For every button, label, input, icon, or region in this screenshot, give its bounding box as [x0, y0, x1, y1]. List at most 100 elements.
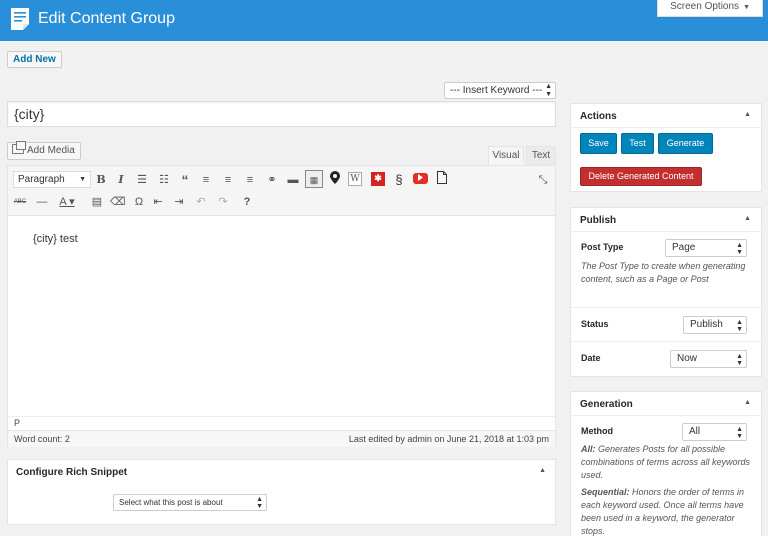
- help-icon[interactable]: ?: [240, 193, 254, 211]
- snippet-type-value: Select what this post is about: [119, 498, 223, 507]
- actions-box-header: Actions ▲: [571, 104, 761, 128]
- element-path: P: [8, 416, 555, 430]
- select-arrows-icon: ▲ ▼: [736, 353, 743, 367]
- select-arrows-icon: ▲ ▼: [256, 496, 263, 510]
- screen-options-label: Screen Options: [670, 1, 740, 12]
- publish-box-header: Publish ▲: [571, 208, 761, 232]
- outdent-icon[interactable]: ⇤: [151, 193, 165, 211]
- select-arrows-icon: ▲ ▼: [736, 242, 743, 256]
- date-value: Now: [677, 353, 698, 364]
- yelp-icon[interactable]: ✱: [371, 172, 385, 186]
- actions-box-title: Actions: [580, 111, 617, 122]
- post-type-help: The Post Type to create when generating …: [581, 261, 746, 284]
- last-edited: Last edited by admin on June 21, 2018 at…: [348, 434, 549, 444]
- method-help-all: All: Generates Posts for all possible co…: [581, 443, 753, 482]
- method-help-sequential: Sequential: Honors the order of terms in…: [581, 486, 753, 536]
- media-icon: [12, 141, 26, 154]
- bold-icon[interactable]: B: [94, 171, 108, 189]
- format-select-value: Paragraph: [18, 174, 65, 185]
- actions-box: Actions ▲ Save Test Generate Delete Gene…: [570, 103, 762, 192]
- spiral-icon[interactable]: §: [392, 171, 406, 189]
- post-type-value: Page: [672, 242, 696, 253]
- top-bar: Edit Content Group: [0, 0, 768, 41]
- generation-box: Generation ▲ Method All ▲ ▼ All: Generates…: [570, 391, 762, 536]
- paste-text-icon[interactable]: ▤: [90, 193, 104, 211]
- content-editor: Paragraph ▼ B I ☰ ☷ “ ≡ ≡ ≡ ⚭ ▬ ▦ W ✱ § ⤡…: [7, 165, 556, 447]
- fullscreen-icon[interactable]: ⤡: [536, 171, 550, 189]
- strikethrough-icon[interactable]: ABC: [12, 193, 28, 211]
- test-button[interactable]: Test: [621, 133, 654, 154]
- toolbar-toggle-icon[interactable]: ▦: [305, 170, 323, 188]
- bullet-list-icon[interactable]: ☰: [134, 171, 150, 189]
- collapse-toggle-icon[interactable]: ▲: [539, 467, 546, 474]
- status-select[interactable]: Publish ▲ ▼: [683, 316, 747, 334]
- collapse-toggle-icon[interactable]: ▲: [744, 215, 751, 222]
- tab-text[interactable]: Text: [526, 146, 556, 165]
- divider: [571, 341, 761, 342]
- date-label: Date: [581, 353, 601, 363]
- method-select[interactable]: All ▲ ▼: [682, 423, 747, 441]
- publish-box: Publish ▲ Post Type Page ▲ ▼ The Post Type…: [570, 207, 762, 377]
- tab-visual[interactable]: Visual: [488, 146, 524, 165]
- help-seq-key: Sequential:: [581, 487, 630, 497]
- horizontal-line-icon[interactable]: —: [34, 193, 50, 211]
- align-left-icon[interactable]: ≡: [198, 171, 214, 189]
- caret-down-icon: ▼: [743, 4, 750, 11]
- rich-snippet-title: Configure Rich Snippet: [16, 467, 128, 478]
- add-new-button[interactable]: Add New: [7, 51, 62, 68]
- caret-down-icon: ▼: [79, 176, 86, 183]
- insert-keyword-select[interactable]: --- Insert Keyword --- ▲ ▼: [444, 82, 556, 99]
- insert-keyword-label: --- Insert Keyword ---: [450, 85, 543, 96]
- editor-status-bar: Word count: 2 Last edited by admin on Ju…: [8, 430, 555, 447]
- special-character-icon[interactable]: Ω: [132, 193, 146, 211]
- status-value: Publish: [690, 319, 723, 330]
- generation-box-header: Generation ▲: [571, 392, 761, 416]
- help-all-key: All:: [581, 444, 596, 454]
- undo-icon[interactable]: ↶: [194, 193, 208, 211]
- status-label: Status: [581, 319, 609, 329]
- word-count: Word count: 2: [14, 434, 70, 444]
- screen-options-button[interactable]: Screen Options ▼: [657, 0, 763, 17]
- snippet-type-select[interactable]: Select what this post is about ▲ ▼: [113, 494, 267, 511]
- italic-icon[interactable]: I: [114, 171, 128, 189]
- method-label: Method: [581, 426, 613, 436]
- publish-box-title: Publish: [580, 215, 617, 226]
- generate-button[interactable]: Generate: [658, 133, 713, 154]
- indent-icon[interactable]: ⇥: [172, 193, 186, 211]
- editor-content[interactable]: {city} test: [8, 217, 555, 413]
- page-title: Edit Content Group: [38, 10, 175, 27]
- select-arrows-icon: ▲ ▼: [545, 83, 552, 98]
- method-value: All: [689, 426, 701, 437]
- content-group-icon: [11, 8, 29, 30]
- collapse-toggle-icon[interactable]: ▲: [744, 399, 751, 406]
- date-select[interactable]: Now ▲ ▼: [670, 350, 747, 368]
- youtube-icon[interactable]: [413, 173, 428, 184]
- text-color-icon[interactable]: A ▾: [56, 193, 78, 211]
- add-media-button[interactable]: Add Media: [7, 141, 81, 160]
- post-type-label: Post Type: [581, 242, 624, 252]
- save-button[interactable]: Save: [580, 133, 617, 154]
- numbered-list-icon[interactable]: ☷: [156, 171, 172, 189]
- select-arrows-icon: ▲ ▼: [736, 426, 743, 440]
- generation-box-title: Generation: [580, 399, 633, 410]
- title-input[interactable]: {city}: [7, 101, 556, 127]
- align-right-icon[interactable]: ≡: [242, 171, 258, 189]
- help-all-text: Generates Posts for all possible combina…: [581, 444, 751, 480]
- delete-generated-button[interactable]: Delete Generated Content: [580, 167, 702, 186]
- post-type-select[interactable]: Page ▲ ▼: [665, 239, 747, 257]
- read-more-icon[interactable]: ▬: [285, 171, 301, 189]
- format-select[interactable]: Paragraph ▼: [13, 171, 91, 188]
- select-arrows-icon: ▲ ▼: [736, 319, 743, 333]
- align-center-icon[interactable]: ≡: [220, 171, 236, 189]
- wikipedia-icon[interactable]: W: [348, 172, 362, 186]
- collapse-toggle-icon[interactable]: ▲: [744, 111, 751, 118]
- redo-icon[interactable]: ↷: [216, 193, 230, 211]
- editor-toolbar: Paragraph ▼ B I ☰ ☷ “ ≡ ≡ ≡ ⚭ ▬ ▦ W ✱ § ⤡…: [8, 166, 555, 216]
- rich-snippet-box: Configure Rich Snippet ▲ Select what thi…: [7, 459, 556, 525]
- link-icon[interactable]: ⚭: [264, 171, 280, 189]
- document-icon[interactable]: [435, 171, 449, 189]
- blockquote-icon[interactable]: “: [178, 171, 192, 189]
- clear-formatting-icon[interactable]: ⌫: [110, 193, 126, 211]
- divider: [571, 307, 761, 308]
- map-pin-icon[interactable]: [328, 171, 342, 189]
